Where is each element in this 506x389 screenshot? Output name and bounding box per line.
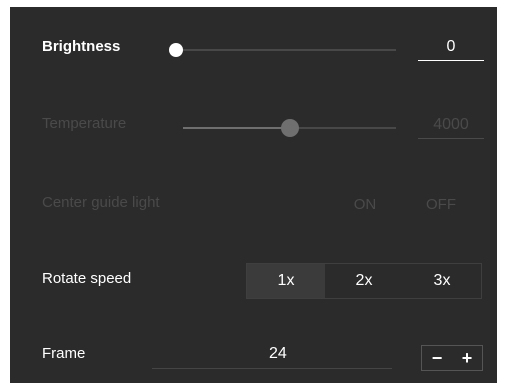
center-guide-light-off-button[interactable]: OFF	[416, 196, 466, 213]
temperature-value[interactable]: 4000	[418, 116, 484, 139]
frame-label: Frame	[42, 345, 86, 362]
temperature-label: Temperature	[42, 115, 127, 132]
brightness-slider-track[interactable]	[169, 43, 396, 57]
rotate-speed-selector: 1x 2x 3x	[246, 263, 482, 299]
frame-value-underline	[152, 368, 392, 369]
temperature-slider-fill	[183, 127, 290, 129]
rotate-speed-3x-button[interactable]: 3x	[403, 264, 481, 298]
brightness-slider-handle[interactable]	[169, 43, 183, 57]
center-guide-light-label: Center guide light	[42, 194, 160, 211]
rotate-speed-label: Rotate speed	[42, 270, 132, 287]
brightness-label: Brightness	[42, 38, 121, 55]
frame-value[interactable]: 24	[269, 345, 287, 363]
center-guide-light-on-button[interactable]: ON	[340, 196, 390, 213]
rotate-speed-1x-button[interactable]: 1x	[247, 264, 325, 298]
brightness-value[interactable]: 0	[418, 38, 484, 61]
rotate-speed-2x-button[interactable]: 2x	[325, 264, 403, 298]
frame-decrement-button[interactable]: −	[422, 346, 452, 370]
frame-increment-button[interactable]: +	[452, 346, 482, 370]
temperature-slider-track[interactable]	[183, 119, 396, 137]
temperature-slider-handle[interactable]	[280, 119, 299, 137]
settings-panel: Brightness 0 Temperature 4000 Center gui…	[10, 7, 497, 383]
frame-stepper: − +	[421, 345, 483, 371]
